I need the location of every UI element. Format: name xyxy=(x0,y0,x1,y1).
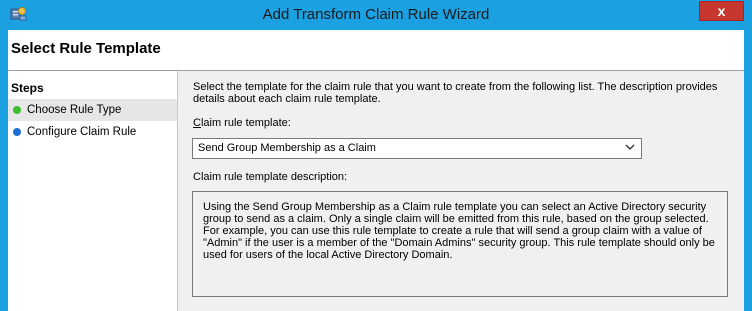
template-description-box: Using the Send Group Membership as a Cla… xyxy=(192,191,728,297)
step-label: Choose Rule Type xyxy=(27,104,122,116)
close-button[interactable]: x xyxy=(699,1,744,21)
template-description-label: Claim rule template description: xyxy=(193,171,348,183)
step-label: Configure Claim Rule xyxy=(27,126,137,138)
steps-panel: Steps Choose Rule Type Configure Claim R… xyxy=(8,71,178,311)
step-choose-rule-type[interactable]: Choose Rule Type xyxy=(8,99,177,121)
template-description-text: Using the Send Group Membership as a Cla… xyxy=(203,201,715,261)
label-rest: laim rule template: xyxy=(200,117,291,129)
wizard-header: Select Rule Template xyxy=(8,30,744,71)
title-bar[interactable]: Add Transform Claim Rule Wizard x xyxy=(0,0,752,30)
access-key: C xyxy=(193,117,201,129)
claim-rule-template-select[interactable]: Send Group Membership as a Claim xyxy=(192,138,642,159)
step-status-pending-icon xyxy=(13,128,21,136)
main-content: Select the template for the claim rule t… xyxy=(178,71,744,311)
selected-template: Send Group Membership as a Claim xyxy=(198,142,376,154)
wizard-window: Add Transform Claim Rule Wizard x Select… xyxy=(0,0,752,311)
wizard-client-area: Select Rule Template Steps Choose Rule T… xyxy=(8,30,744,311)
claim-rule-template-label: Claim rule template: xyxy=(193,117,291,129)
step-status-complete-icon xyxy=(13,106,21,114)
chevron-down-icon[interactable] xyxy=(625,142,635,152)
instructions-text: Select the template for the claim rule t… xyxy=(193,81,718,105)
page-title: Select Rule Template xyxy=(11,40,161,57)
step-configure-claim-rule[interactable]: Configure Claim Rule xyxy=(8,121,177,143)
window-title: Add Transform Claim Rule Wizard xyxy=(262,6,490,23)
steps-heading: Steps xyxy=(11,81,44,95)
